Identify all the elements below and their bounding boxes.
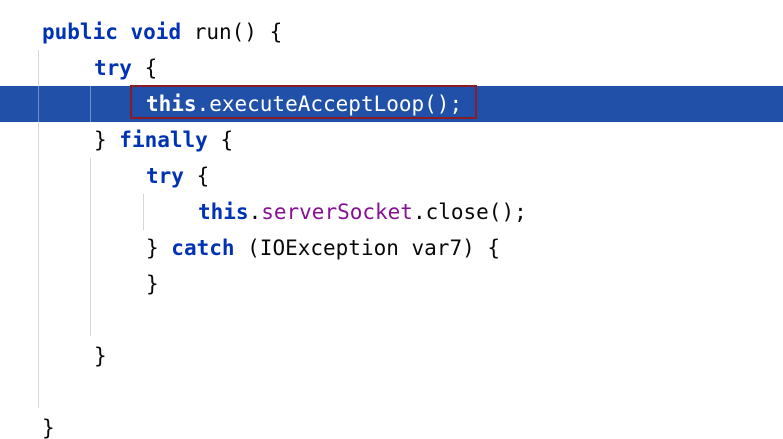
- keyword-token: public: [42, 20, 118, 44]
- code-line-content: } catch (IOException var7) {: [146, 230, 500, 266]
- code-line-content: public void run() {: [42, 14, 282, 50]
- code-token: {: [207, 128, 234, 152]
- keyword-token: catch: [171, 236, 235, 260]
- code-line[interactable]: [0, 302, 783, 338]
- code-token: .: [248, 200, 262, 224]
- code-line-selected[interactable]: this.executeAcceptLoop();: [0, 86, 783, 122]
- code-editor[interactable]: public void run() { try { this.executeAc…: [0, 0, 783, 439]
- code-token: }: [146, 272, 159, 296]
- code-line[interactable]: public void run() {: [0, 14, 783, 50]
- code-token: }: [146, 236, 172, 260]
- keyword-token: finally: [119, 128, 208, 152]
- code-line[interactable]: } finally {: [0, 122, 783, 158]
- code-line-content: }: [42, 410, 55, 439]
- field-token: serverSocket: [261, 200, 413, 224]
- code-token: {: [183, 164, 210, 188]
- code-line[interactable]: }: [0, 338, 783, 374]
- code-line-content: this.serverSocket.close();: [198, 194, 527, 230]
- code-line-content: }: [146, 266, 159, 302]
- code-token: }: [94, 128, 120, 152]
- keyword-token: this: [146, 92, 197, 116]
- code-line[interactable]: this.serverSocket.close();: [0, 194, 783, 230]
- code-line-content: }: [94, 338, 107, 374]
- indent-guide: [38, 86, 39, 122]
- code-token: }: [94, 344, 107, 368]
- code-line[interactable]: } catch (IOException var7) {: [0, 230, 783, 266]
- code-token: .executeAcceptLoop();: [196, 92, 463, 116]
- code-token: }: [42, 416, 55, 439]
- code-token: {: [131, 56, 158, 80]
- indent-guide: [90, 86, 91, 122]
- keyword-token: try: [146, 164, 184, 188]
- code-token: .close();: [412, 200, 527, 224]
- code-line-content: try {: [94, 50, 157, 86]
- code-line[interactable]: }: [0, 410, 783, 439]
- code-line-content: try {: [146, 158, 209, 194]
- code-line-content: this.executeAcceptLoop();: [146, 86, 462, 122]
- keyword-token: this: [198, 200, 249, 224]
- code-line-content: } finally {: [94, 122, 233, 158]
- code-line[interactable]: [0, 374, 783, 410]
- code-token: (IOException var7) {: [234, 236, 501, 260]
- code-line[interactable]: }: [0, 266, 783, 302]
- keyword-token: try: [94, 56, 132, 80]
- code-line[interactable]: try {: [0, 158, 783, 194]
- keyword-token: void: [130, 20, 182, 44]
- code-token: run() {: [181, 20, 283, 44]
- code-line[interactable]: try {: [0, 50, 783, 86]
